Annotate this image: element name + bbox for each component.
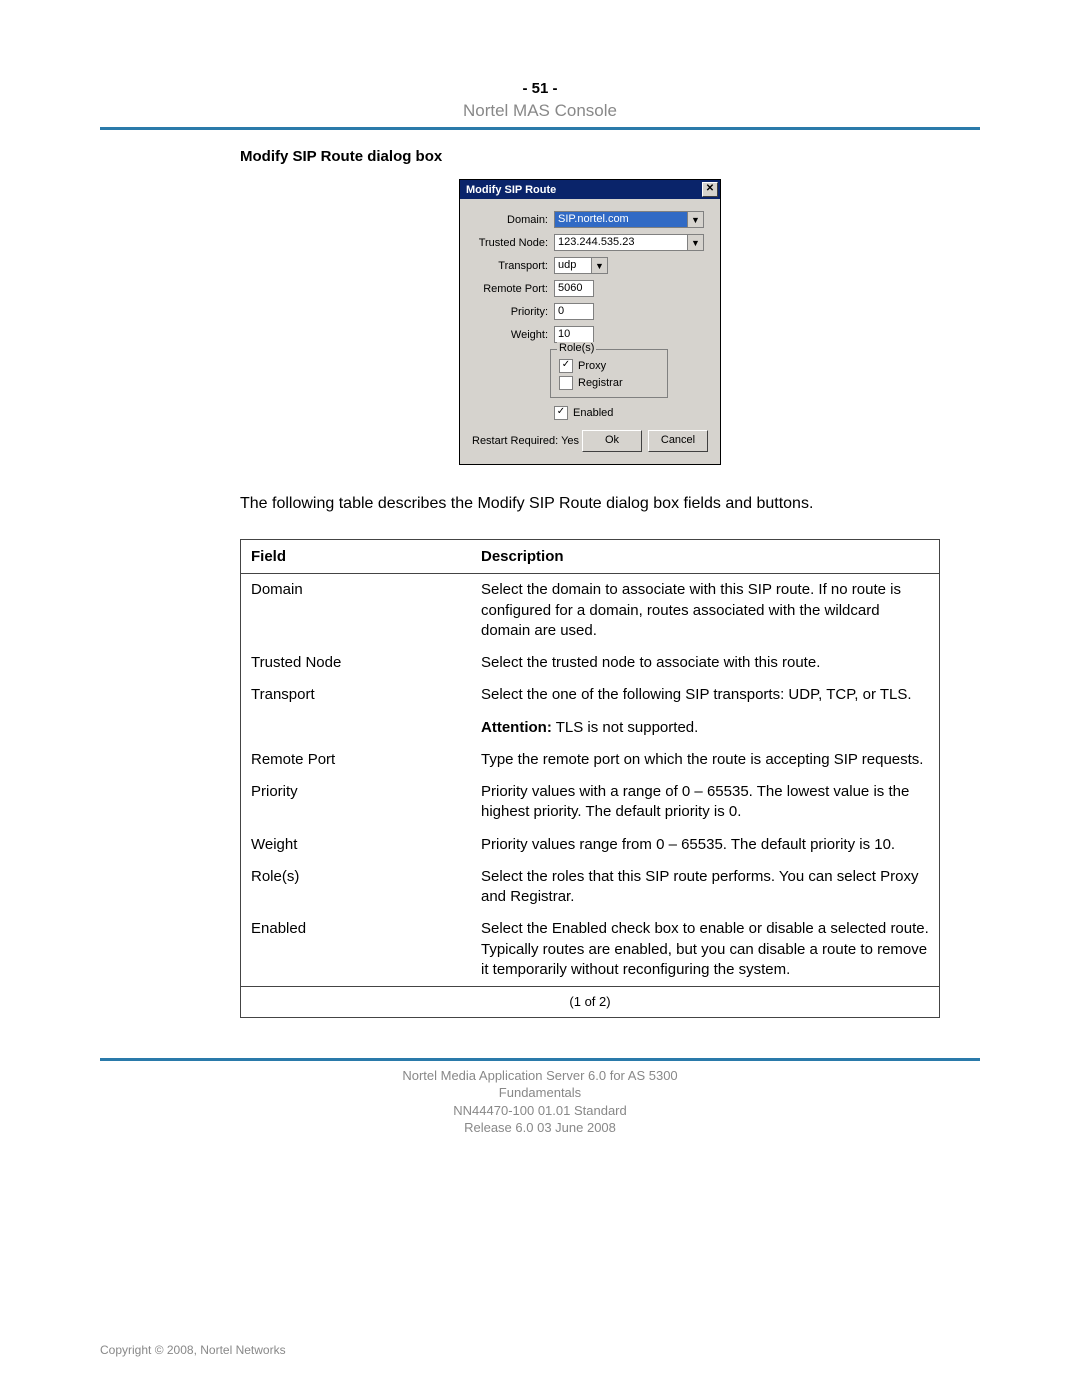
priority-input[interactable]: 0 xyxy=(554,303,594,320)
priority-label: Priority: xyxy=(470,306,554,318)
enabled-checkbox[interactable]: ✓ xyxy=(554,406,568,420)
page-header-title: Nortel MAS Console xyxy=(100,101,980,121)
table-row: Weight Priority values range from 0 – 65… xyxy=(241,829,940,861)
cell-field: Role(s) xyxy=(241,861,472,914)
trusted-node-value: 123.244.535.23 xyxy=(554,234,687,251)
page-number: - 51 - xyxy=(100,80,980,97)
footer-line: Fundamentals xyxy=(100,1084,980,1102)
cell-desc: Select the domain to associate with this… xyxy=(471,574,940,647)
cell-field: Domain xyxy=(241,574,472,647)
transport-select[interactable]: udp ▼ xyxy=(554,257,608,274)
table-row: Role(s) Select the roles that this SIP r… xyxy=(241,861,940,914)
cell-desc: Priority values with a range of 0 – 6553… xyxy=(471,776,940,829)
footer-block: Nortel Media Application Server 6.0 for … xyxy=(100,1067,980,1137)
table-row: Transport Select the one of the followin… xyxy=(241,679,940,711)
cell-field: Enabled xyxy=(241,913,472,986)
cell-field: Priority xyxy=(241,776,472,829)
enabled-label: Enabled xyxy=(573,407,613,419)
cell-field xyxy=(241,712,472,744)
table-row: Domain Select the domain to associate wi… xyxy=(241,574,940,647)
registrar-label: Registrar xyxy=(578,377,623,389)
footer-line: Nortel Media Application Server 6.0 for … xyxy=(100,1067,980,1085)
table-head-field: Field xyxy=(241,540,472,574)
cancel-button[interactable]: Cancel xyxy=(648,430,708,452)
cell-field: Weight xyxy=(241,829,472,861)
cell-field: Transport xyxy=(241,679,472,711)
cell-field: Trusted Node xyxy=(241,647,472,679)
domain-value: SIP.nortel.com xyxy=(554,211,687,228)
remote-port-input[interactable]: 5060 xyxy=(554,280,594,297)
transport-label: Transport: xyxy=(470,260,554,272)
remote-port-label: Remote Port: xyxy=(470,283,554,295)
weight-label: Weight: xyxy=(470,329,554,341)
cell-desc: Select the roles that this SIP route per… xyxy=(471,861,940,914)
trusted-node-select[interactable]: 123.244.535.23 ▼ xyxy=(554,234,704,251)
cell-desc: Priority values range from 0 – 65535. Th… xyxy=(471,829,940,861)
close-icon[interactable]: ✕ xyxy=(702,182,718,197)
registrar-checkbox[interactable] xyxy=(559,376,573,390)
dialog-titlebar: Modify SIP Route ✕ xyxy=(460,180,720,199)
table-row: Priority Priority values with a range of… xyxy=(241,776,940,829)
domain-select[interactable]: SIP.nortel.com ▼ xyxy=(554,211,704,228)
attention-bold: Attention: xyxy=(481,719,552,736)
cell-desc: Select the trusted node to associate wit… xyxy=(471,647,940,679)
modify-sip-route-dialog: Modify SIP Route ✕ Domain: SIP.nortel.co… xyxy=(459,179,721,465)
table-row: Enabled Select the Enabled check box to … xyxy=(241,913,940,986)
table-row: Remote Port Type the remote port on whic… xyxy=(241,744,940,776)
proxy-checkbox[interactable]: ✓ xyxy=(559,359,573,373)
chevron-down-icon[interactable]: ▼ xyxy=(687,234,704,251)
trusted-node-label: Trusted Node: xyxy=(470,237,554,249)
roles-legend: Role(s) xyxy=(557,342,596,354)
chevron-down-icon[interactable]: ▼ xyxy=(687,211,704,228)
table-pagination-row: (1 of 2) xyxy=(241,987,940,1018)
transport-value: udp xyxy=(554,257,591,274)
proxy-label: Proxy xyxy=(578,360,606,372)
ok-button[interactable]: Ok xyxy=(582,430,642,452)
table-pagination: (1 of 2) xyxy=(241,987,940,1018)
cell-desc: Select the one of the following SIP tran… xyxy=(471,679,940,711)
domain-label: Domain: xyxy=(470,214,554,226)
copyright-text: Copyright © 2008, Nortel Networks xyxy=(100,1343,286,1357)
cell-desc: Select the Enabled check box to enable o… xyxy=(471,913,940,986)
weight-input[interactable]: 10 xyxy=(554,326,594,343)
footer-line: Release 6.0 03 June 2008 xyxy=(100,1119,980,1137)
table-row: Trusted Node Select the trusted node to … xyxy=(241,647,940,679)
cell-desc: Type the remote port on which the route … xyxy=(471,744,940,776)
section-heading: Modify SIP Route dialog box xyxy=(240,148,940,165)
roles-fieldset: Role(s) ✓ Proxy Registrar xyxy=(550,349,668,398)
intro-paragraph: The following table describes the Modify… xyxy=(240,493,940,515)
cell-desc: Attention: TLS is not supported. xyxy=(471,712,940,744)
table-row-attention: Attention: TLS is not supported. xyxy=(241,712,940,744)
footer-rule xyxy=(100,1058,980,1061)
chevron-down-icon[interactable]: ▼ xyxy=(591,257,608,274)
table-head-description: Description xyxy=(471,540,940,574)
restart-required-text: Restart Required: Yes xyxy=(472,435,579,447)
header-rule xyxy=(100,127,980,130)
attention-text: TLS is not supported. xyxy=(552,719,698,736)
footer-line: NN44470-100 01.01 Standard xyxy=(100,1102,980,1120)
dialog-title: Modify SIP Route xyxy=(466,184,556,196)
fields-table: Field Description Domain Select the doma… xyxy=(240,539,940,1017)
cell-field: Remote Port xyxy=(241,744,472,776)
